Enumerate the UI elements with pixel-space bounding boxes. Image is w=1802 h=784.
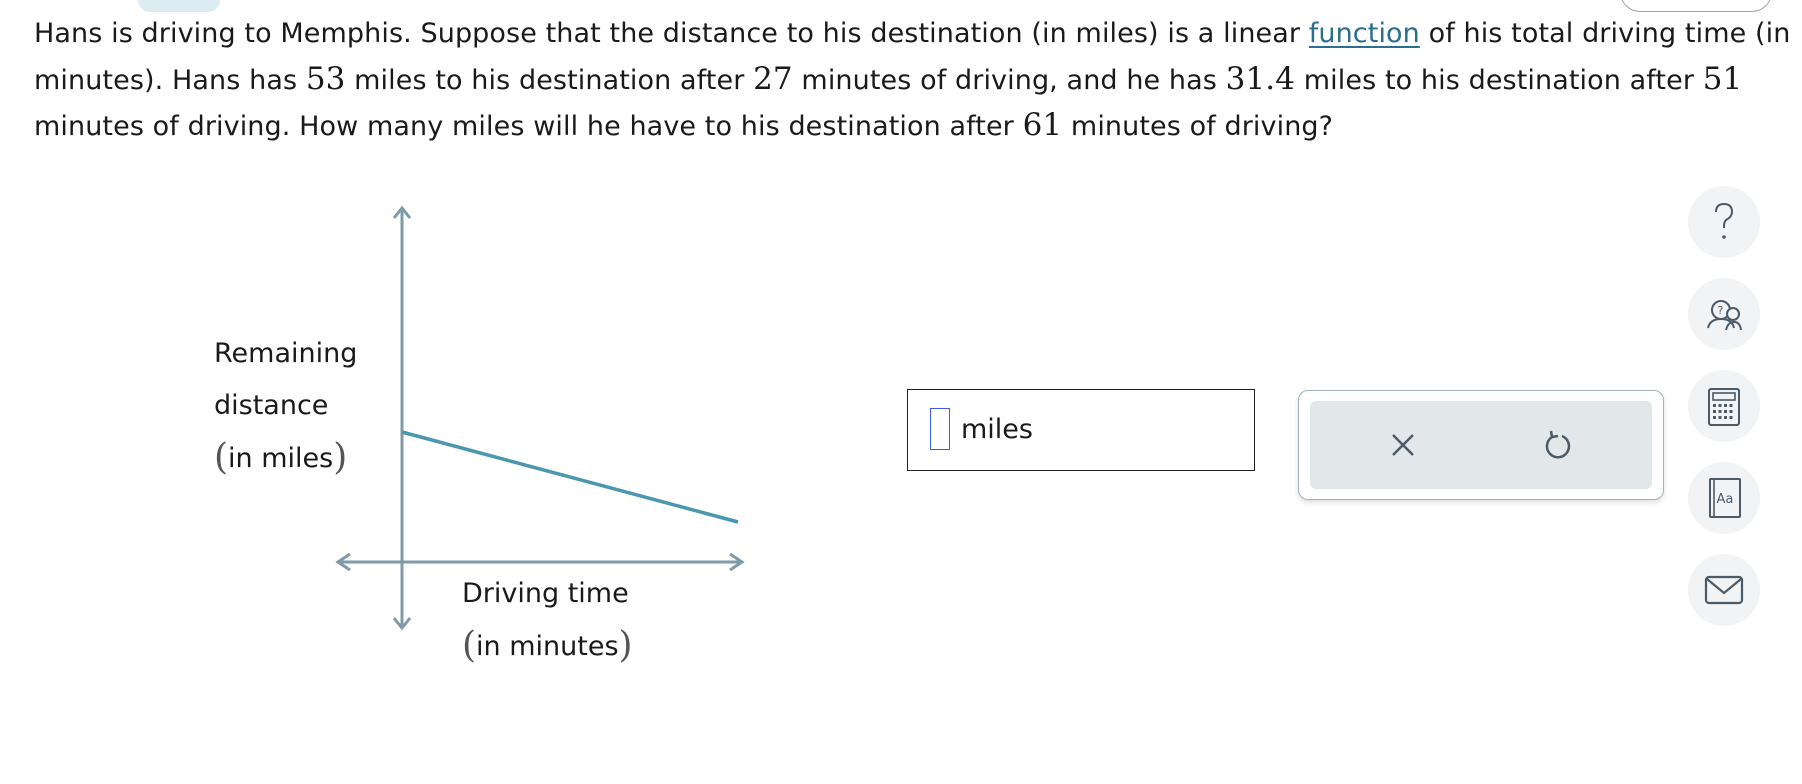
help-button[interactable] xyxy=(1688,186,1760,258)
y-axis-label-line: distance xyxy=(214,390,329,421)
y-axis-label-line: (in miles) xyxy=(214,432,357,485)
answer-unit: miles xyxy=(961,414,1033,445)
calculator-button[interactable] xyxy=(1688,370,1760,442)
action-panel-inner xyxy=(1310,401,1652,489)
paren: ) xyxy=(618,625,633,666)
paren: ( xyxy=(214,437,229,478)
x-axis-label-line: Driving time xyxy=(462,578,629,609)
mail-icon xyxy=(1704,575,1744,605)
x-axis-unit: in minutes xyxy=(476,631,619,662)
answer-input[interactable] xyxy=(930,408,950,450)
undo-button[interactable] xyxy=(1535,423,1579,467)
dictionary-icon: Aa xyxy=(1709,478,1741,518)
ask-instructor-icon: ? xyxy=(1707,300,1742,331)
y-axis xyxy=(392,205,412,631)
x-axis-label: Driving time (in minutes) xyxy=(462,568,633,673)
svg-text:?: ? xyxy=(1718,304,1724,317)
clear-button[interactable] xyxy=(1381,423,1425,467)
linear-function-line xyxy=(401,430,739,524)
action-panel xyxy=(1298,390,1664,500)
help-icon xyxy=(1715,202,1734,239)
mail-button[interactable] xyxy=(1688,554,1760,626)
y-axis-unit: in miles xyxy=(228,443,334,474)
calculator-icon xyxy=(1708,388,1740,426)
svg-text:Aa: Aa xyxy=(1717,492,1734,507)
dictionary-button[interactable]: Aa xyxy=(1688,462,1760,534)
x-axis-label-line: (in minutes) xyxy=(462,620,633,673)
y-axis-label-line: Remaining xyxy=(214,338,358,369)
paren: ) xyxy=(333,437,348,478)
undo-icon xyxy=(1545,430,1571,459)
y-axis-label: Remaining distance (in miles) xyxy=(214,328,357,485)
ask-instructor-button[interactable]: ? xyxy=(1688,278,1760,350)
close-icon xyxy=(1392,434,1414,456)
paren: ( xyxy=(462,625,477,666)
answer-box: miles xyxy=(907,389,1255,471)
